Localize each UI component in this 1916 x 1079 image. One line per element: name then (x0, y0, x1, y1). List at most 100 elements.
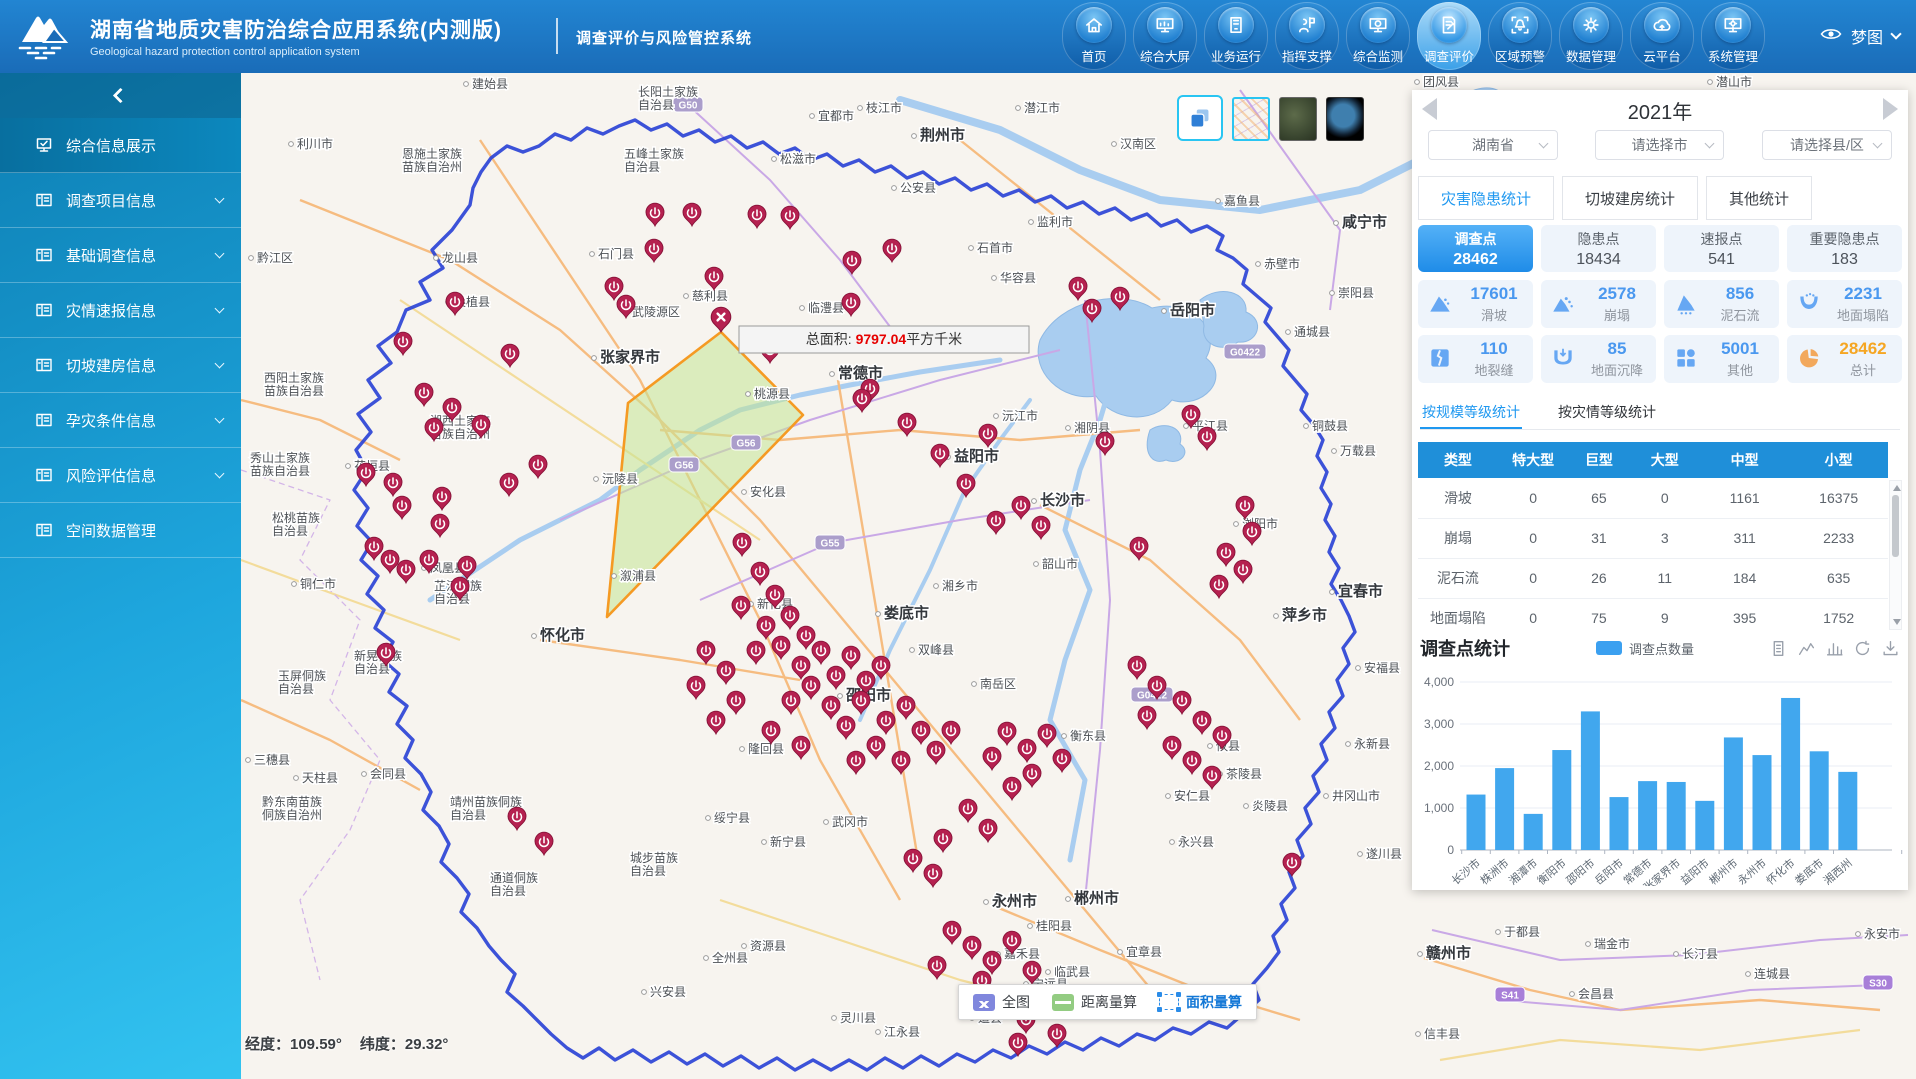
nav-item-monitor-eye[interactable]: 综合监测 (1346, 2, 1410, 70)
bar-衡阳市[interactable] (1552, 750, 1571, 850)
sidebar-item-7[interactable]: 风险评估信息 (0, 448, 241, 503)
summary-card-label: 重要隐患点 (1810, 229, 1880, 249)
map-place-label: 安化县 (750, 484, 786, 499)
hazard-card-rockfall[interactable]: 2578崩塌 (1541, 280, 1656, 328)
person-flag-icon-circle (1289, 7, 1325, 43)
sidebar-item-3[interactable]: 基础调查信息 (0, 228, 241, 283)
table-scrollbar[interactable] (1889, 480, 1902, 630)
line-chart-icon[interactable] (1797, 639, 1816, 658)
bar-张家界市[interactable] (1667, 782, 1686, 850)
bar-怀化市[interactable] (1781, 698, 1800, 850)
bar-常德市[interactable] (1638, 781, 1657, 850)
hazard-card-label: 其他 (1727, 360, 1753, 379)
sidebar-item-6[interactable]: 孕灾条件信息 (0, 393, 241, 448)
hazard-card-value: 5001 (1721, 340, 1759, 358)
sidebar-item-label: 切坡建房信息 (66, 355, 156, 376)
bar-岳阳市[interactable] (1610, 797, 1629, 850)
nav-item-person-flag[interactable]: 指挥支撑 (1275, 2, 1339, 70)
legend-label: 调查点数量 (1629, 639, 1694, 658)
city-select[interactable]: 请选择市 (1595, 130, 1724, 160)
bar-永州市[interactable] (1753, 755, 1772, 850)
next-year-button[interactable] (1883, 98, 1898, 120)
download-icon[interactable] (1881, 639, 1900, 658)
scan-bell-icon-circle (1502, 7, 1538, 43)
data-view-icon[interactable] (1769, 639, 1788, 658)
hazard-card-subside[interactable]: 85地面沉降 (1541, 335, 1656, 383)
basemap-thumb-globe[interactable] (1326, 97, 1364, 141)
area-measure-button[interactable]: 面积量算 (1159, 992, 1242, 1012)
summary-card-1[interactable]: 调查点28462 (1418, 225, 1533, 272)
hazard-card-slope[interactable]: 17601滑坡 (1418, 280, 1533, 328)
user-menu[interactable]: 梦图 (1820, 24, 1900, 48)
nav-item-screen[interactable]: 综合大屏 (1133, 2, 1197, 70)
table-header: 大型 (1629, 442, 1700, 478)
nav-item-cloud[interactable]: 云平台 (1630, 2, 1694, 70)
bar-邵阳市[interactable] (1581, 711, 1600, 850)
fullview-button[interactable]: 全图 (973, 992, 1030, 1012)
bar-娄底市[interactable] (1810, 751, 1829, 850)
person-flag-icon (1296, 14, 1318, 36)
tab-1[interactable]: 灾害隐患统计 (1418, 176, 1554, 220)
map-place-label: 秀山土家族苗族自治县 (250, 450, 310, 478)
nav-item-home[interactable]: 首页 (1062, 2, 1126, 70)
bar-长沙市[interactable] (1467, 795, 1486, 850)
previous-year-button[interactable] (1422, 98, 1437, 120)
hazard-card-value: 28462 (1839, 340, 1886, 358)
rockfall-icon (1550, 290, 1576, 319)
hazard-card-debris[interactable]: 856泥石流 (1664, 280, 1779, 328)
subtab-2[interactable]: 按灾情等级统计 (1556, 396, 1658, 429)
sidebar-item-1[interactable]: 综合信息展示 (0, 118, 241, 173)
nav-item-gear[interactable]: 数据管理 (1559, 2, 1623, 70)
tab-2[interactable]: 切坡建房统计 (1562, 176, 1698, 220)
subtab-1[interactable]: 按规模等级统计 (1420, 396, 1522, 429)
x-tick-label: 株洲市 (1477, 856, 1511, 886)
scroll-down-icon[interactable] (1893, 619, 1901, 625)
layers-button[interactable] (1177, 95, 1223, 141)
refresh-icon[interactable] (1853, 639, 1872, 658)
bar-郴州市[interactable] (1724, 737, 1743, 850)
map-place-label: 绥宁县 (714, 810, 750, 825)
map-place-label: 茶陵县 (1226, 766, 1262, 781)
basemap-thumb-road[interactable] (1232, 97, 1270, 141)
road-badge: S41 (1501, 991, 1519, 1002)
nav-item-box[interactable]: 业务运行 (1204, 2, 1268, 70)
summary-card-2[interactable]: 隐患点18434 (1541, 225, 1656, 272)
map-place-label: 荆州市 (920, 126, 965, 144)
bar-湘西州[interactable] (1838, 772, 1857, 850)
monitor-eye-icon-circle (1360, 7, 1396, 43)
pie-icon (1796, 345, 1822, 374)
nav-item-scan-bell[interactable]: 区域预警 (1488, 2, 1552, 70)
bar-湘潭市[interactable] (1524, 814, 1543, 850)
bar-株洲市[interactable] (1495, 768, 1514, 850)
fullview-label: 全图 (1002, 992, 1030, 1012)
nav-item-doc-pen[interactable]: 调查评价 (1417, 2, 1481, 70)
province-select[interactable]: 湖南省 (1428, 130, 1558, 160)
tab-3[interactable]: 其他统计 (1706, 176, 1812, 220)
summary-card-3[interactable]: 速报点541 (1664, 225, 1779, 272)
sidebar-item-8[interactable]: 空间数据管理 (0, 503, 241, 558)
map-place-label: 团风县 (1423, 75, 1459, 89)
county-select[interactable]: 请选择县/区 (1762, 130, 1892, 160)
sidebar-collapse-button[interactable] (0, 73, 241, 118)
hazard-card-grid[interactable]: 5001 其他 (1664, 335, 1779, 383)
map-place-label: 龙山县 (442, 251, 478, 265)
distance-measure-button[interactable]: 距离量算 (1052, 992, 1137, 1012)
sidebar-item-4[interactable]: 灾情速报信息 (0, 283, 241, 338)
bar-益阳市[interactable] (1695, 801, 1714, 850)
chart-legend[interactable]: 调查点数量 (1596, 639, 1694, 658)
sidebar-item-2[interactable]: 调查项目信息 (0, 173, 241, 228)
sidebar-item-5[interactable]: 切坡建房信息 (0, 338, 241, 393)
table-header: 特大型 (1498, 442, 1569, 478)
summary-card-4[interactable]: 重要隐患点183 (1787, 225, 1902, 272)
bar-chart-icon[interactable] (1825, 639, 1844, 658)
scroll-up-icon[interactable] (1893, 485, 1901, 491)
nav-item-monitor-gear[interactable]: 系统管理 (1701, 2, 1765, 70)
home-icon-circle (1076, 7, 1112, 43)
basemap-thumb-satellite[interactable] (1279, 97, 1317, 141)
hazard-card-sink[interactable]: 2231地面塌陷 (1787, 280, 1902, 328)
sidebar-item-label: 空间数据管理 (66, 520, 156, 541)
hazard-card-fissure[interactable]: 110地裂缝 (1418, 335, 1533, 383)
scrollbar-thumb[interactable] (1892, 495, 1899, 557)
hazard-card-pie[interactable]: 28462总计 (1787, 335, 1902, 383)
cloud-icon-circle (1644, 7, 1680, 43)
